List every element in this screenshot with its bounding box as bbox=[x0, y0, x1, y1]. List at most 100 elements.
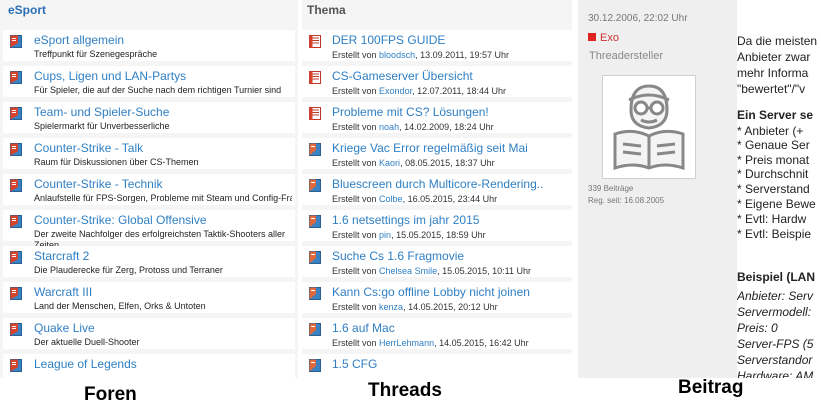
thread-author-link[interactable]: noah bbox=[379, 122, 399, 132]
post-author[interactable]: Exo bbox=[588, 32, 619, 44]
author-name[interactable]: Exo bbox=[600, 32, 619, 44]
post-text-line: Hardware: AM bbox=[737, 369, 814, 378]
thread-author-link[interactable]: pin bbox=[379, 230, 391, 240]
thread-title-link[interactable]: 1.6 netsettings im jahr 2015 bbox=[332, 213, 479, 227]
forum-description: Land der Menschen, Elfen, Orks & Untoten bbox=[34, 301, 206, 311]
thread-row[interactable]: DER 100FPS GUIDE Erstellt von bloodsch, 1… bbox=[302, 30, 572, 61]
forum-row[interactable]: Cups, Ligen und LAN-Partys Für Spieler, d… bbox=[3, 66, 295, 97]
thread-icon bbox=[309, 251, 321, 264]
thread-meta: Erstellt von Kaori, 08.05.2015, 18:37 Uh… bbox=[332, 158, 495, 168]
forum-category-header[interactable]: eSport bbox=[8, 3, 46, 17]
forum-row[interactable]: Team- und Spieler-Suche Spielermarkt für … bbox=[3, 102, 295, 133]
post-text-line: Servermodell: bbox=[737, 305, 812, 319]
forum-title-link[interactable]: Starcraft 2 bbox=[34, 249, 89, 263]
thread-title-link[interactable]: Kann Cs:go offline Lobby nicht joinen bbox=[332, 285, 530, 299]
thread-meta: Erstellt von Chelsea Smile, 15.05.2015, … bbox=[332, 266, 531, 276]
thread-title-link[interactable]: Suche Cs 1.6 Fragmovie bbox=[332, 249, 464, 263]
forum-title-link[interactable]: Counter-Strike - Technik bbox=[34, 177, 163, 191]
pinned-thread-icon bbox=[309, 71, 321, 84]
thread-row[interactable]: CS-Gameserver Übersicht Erstellt von Exon… bbox=[302, 66, 572, 97]
thread-row[interactable]: 1.6 auf Mac Erstellt von HerrLehmann, 14.… bbox=[302, 318, 572, 349]
thread-meta: Erstellt von HerrLehmann, 14.05.2015, 16… bbox=[332, 338, 529, 348]
forum-row[interactable]: Counter-Strike - Technik Anlaufstelle für… bbox=[3, 174, 295, 205]
created-by-label: Erstellt von bbox=[332, 86, 377, 96]
avatar[interactable] bbox=[602, 75, 696, 179]
thread-row[interactable]: Bluescreen durch Multicore-Rendering.. Er… bbox=[302, 174, 572, 205]
created-by-label: Erstellt von bbox=[332, 302, 377, 312]
caption-threads: Threads bbox=[368, 380, 442, 401]
forum-row[interactable]: Quake Live Der aktuelle Duell-Shooter bbox=[3, 318, 295, 349]
thread-date: 08.05.2015, 18:37 Uhr bbox=[405, 158, 495, 168]
forum-icon bbox=[10, 359, 22, 372]
forum-row[interactable]: Counter-Strike: Global Offensive Der zwei… bbox=[3, 210, 295, 250]
thread-row[interactable]: Suche Cs 1.6 Fragmovie Erstellt von Chels… bbox=[302, 246, 572, 277]
thread-icon bbox=[309, 143, 321, 156]
thread-author-link[interactable]: kenza bbox=[379, 302, 403, 312]
post-text-line: Server-FPS (5 bbox=[737, 337, 814, 351]
thread-title-link[interactable]: 1.5 CFG bbox=[332, 357, 377, 371]
thread-title-link[interactable]: Bluescreen durch Multicore-Rendering.. bbox=[332, 177, 543, 191]
thread-icon bbox=[309, 215, 321, 228]
thread-author-link[interactable]: Colbe bbox=[379, 194, 403, 204]
post-count: 339 Beiträge bbox=[588, 184, 634, 193]
forum-icon bbox=[10, 179, 22, 192]
forum-icon bbox=[10, 143, 22, 156]
forum-description: Für Spieler, die auf der Suche nach dem … bbox=[34, 85, 282, 95]
thread-title-link[interactable]: 1.6 auf Mac bbox=[332, 321, 395, 335]
post-text-line: Preis: 0 bbox=[737, 321, 778, 335]
thread-row[interactable]: 1.6 netsettings im jahr 2015 Erstellt von… bbox=[302, 210, 572, 241]
thread-title-link[interactable]: Kriege Vac Error regelmäßig seit Mai bbox=[332, 141, 528, 155]
thread-column-header[interactable]: Thema bbox=[307, 3, 346, 17]
post-text-line: * Eigene Bewe bbox=[737, 197, 816, 211]
forum-title-link[interactable]: Quake Live bbox=[34, 321, 95, 335]
forum-icon bbox=[10, 251, 22, 264]
forum-title-link[interactable]: Cups, Ligen und LAN-Partys bbox=[34, 69, 186, 83]
thread-title-link[interactable]: CS-Gameserver Übersicht bbox=[332, 69, 473, 83]
forum-title-link[interactable]: Warcraft III bbox=[34, 285, 92, 299]
thread-meta: Erstellt von Exondor, 12.07.2011, 18:44 … bbox=[332, 86, 506, 96]
forum-title-link[interactable]: Counter-Strike - Talk bbox=[34, 141, 143, 155]
thread-date: 16.05.2015, 23:44 Uhr bbox=[407, 194, 498, 204]
thread-author-link[interactable]: Exondor bbox=[379, 86, 412, 96]
thread-title-link[interactable]: Probleme mit CS? Lösungen! bbox=[332, 105, 489, 119]
forum-row[interactable]: Starcraft 2 Die Plauderecke für Zerg, Pro… bbox=[3, 246, 295, 277]
post-text-line: * Evtl: Hardw bbox=[737, 212, 807, 226]
forum-description: Raum für Diskussionen über CS-Themen bbox=[34, 157, 199, 167]
created-by-label: Erstellt von bbox=[332, 50, 377, 60]
thread-title-link[interactable]: DER 100FPS GUIDE bbox=[332, 33, 445, 47]
forum-row[interactable]: Warcraft III Land der Menschen, Elfen, Or… bbox=[3, 282, 295, 313]
forum-title-link[interactable]: eSport allgemein bbox=[34, 33, 124, 47]
caption-beitrag: Beitrag bbox=[678, 377, 744, 398]
thread-date: 14.02.2009, 18:24 Uhr bbox=[404, 122, 494, 132]
post-text-line: * Evtl: Beispie bbox=[737, 227, 812, 241]
forum-description: Die Plauderecke für Zerg, Protoss und Te… bbox=[34, 265, 223, 275]
thread-row[interactable]: Kann Cs:go offline Lobby nicht joinen Ers… bbox=[302, 282, 572, 313]
forum-row[interactable]: Counter-Strike - Talk Raum für Diskussion… bbox=[3, 138, 295, 169]
forum-title-link[interactable]: League of Legends bbox=[34, 357, 137, 371]
thread-author-link[interactable]: Kaori bbox=[379, 158, 400, 168]
forum-row[interactable]: League of Legends bbox=[3, 354, 295, 378]
thread-row[interactable]: Probleme mit CS? Lösungen! Erstellt von n… bbox=[302, 102, 572, 133]
post-date: 30.12.2006, 22:02 Uhr bbox=[588, 13, 688, 24]
post-text-line: * Durchschnit bbox=[737, 167, 809, 181]
thread-author-link[interactable]: HerrLehmann bbox=[379, 338, 434, 348]
author-role: Threadersteller bbox=[589, 50, 663, 62]
thread-date: 15.05.2015, 18:59 Uhr bbox=[396, 230, 486, 240]
forum-icon bbox=[10, 287, 22, 300]
registered-since: Reg. seit: 16.08.2005 bbox=[588, 196, 665, 205]
forum-title-link[interactable]: Counter-Strike: Global Offensive bbox=[34, 213, 207, 227]
thread-author-link[interactable]: Chelsea Smile bbox=[379, 266, 437, 276]
thread-author-link[interactable]: bloodsch bbox=[379, 50, 415, 60]
created-by-label: Erstellt von bbox=[332, 158, 377, 168]
caption-foren: Foren bbox=[84, 384, 137, 405]
post-text-line: mehr Informa bbox=[737, 66, 809, 80]
thread-date: 13.09.2011, 19:57 Uhr bbox=[420, 50, 509, 60]
post-text-line: Da die meisten bbox=[737, 34, 818, 48]
thread-row[interactable]: 1.5 CFG bbox=[302, 354, 572, 378]
thread-icon bbox=[309, 359, 321, 372]
thread-row[interactable]: Kriege Vac Error regelmäßig seit Mai Erst… bbox=[302, 138, 572, 169]
forum-row[interactable]: eSport allgemein Treffpunkt für Szenegesp… bbox=[3, 30, 295, 61]
post-text-line: Anbieter zwar bbox=[737, 50, 811, 64]
forum-title-link[interactable]: Team- und Spieler-Suche bbox=[34, 105, 169, 119]
forum-description: Anlaufstelle für FPS-Sorgen, Probleme mi… bbox=[34, 193, 292, 203]
